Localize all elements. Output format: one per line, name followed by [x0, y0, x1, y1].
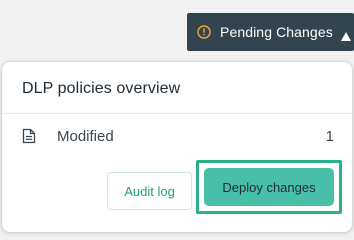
panel-title: DLP policies overview — [22, 80, 181, 97]
caret-up-icon — [340, 28, 351, 41]
pending-changes-label: Pending Changes — [220, 24, 333, 40]
list-item-count: 1 — [325, 127, 334, 145]
list-item-label: Modified — [57, 127, 114, 145]
pending-changes-panel: DLP policies overview Modified 1 Audit l… — [2, 62, 352, 232]
deploy-changes-button[interactable]: Deploy changes — [204, 168, 334, 206]
pending-changes-button[interactable]: Pending Changes — [187, 13, 354, 51]
list-item-modified: Modified 1 — [22, 124, 334, 148]
warning-circle-icon — [197, 25, 211, 39]
audit-log-button[interactable]: Audit log — [107, 172, 192, 210]
document-icon — [22, 128, 36, 144]
divider — [2, 113, 352, 114]
deploy-changes-focus-ring: Deploy changes — [196, 160, 342, 214]
